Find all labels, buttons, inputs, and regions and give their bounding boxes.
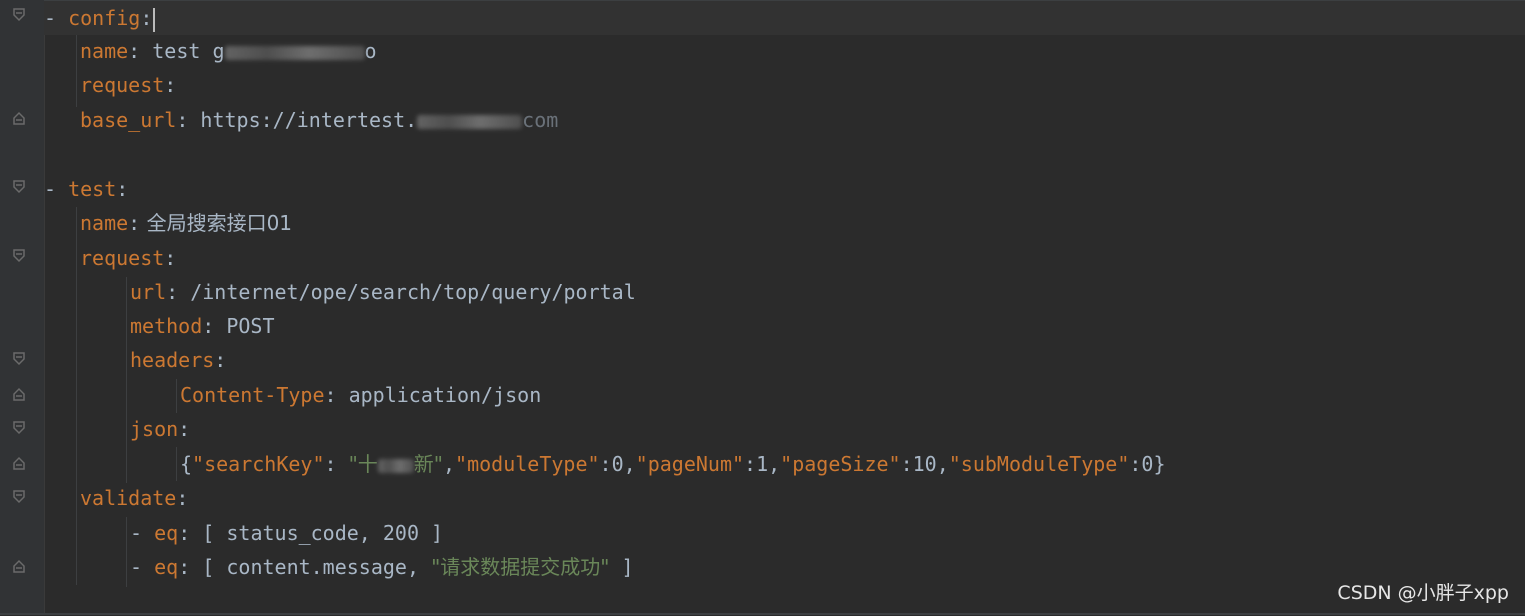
yaml-key: request bbox=[80, 246, 165, 270]
yaml-value: /internet/ope/search/top/query/portal bbox=[178, 280, 636, 304]
code-line[interactable]: headers: bbox=[130, 343, 226, 377]
yaml-colon: : bbox=[324, 383, 337, 407]
yaml-dash: - bbox=[130, 521, 155, 545]
redacted-blur bbox=[417, 114, 523, 129]
code-line[interactable]: Content-Type: application/json bbox=[180, 378, 541, 412]
yaml-colon: : bbox=[140, 6, 153, 30]
json-key: "pageSize" bbox=[780, 452, 901, 476]
watermark: CSDN @小胖子xpp bbox=[1337, 582, 1509, 604]
yaml-value-tail: o bbox=[364, 39, 377, 63]
fold-open-icon[interactable] bbox=[11, 7, 27, 23]
indent-guide bbox=[176, 379, 177, 413]
yaml-colon: : bbox=[116, 177, 129, 201]
yaml-key: name bbox=[80, 211, 129, 235]
json-brace: { bbox=[180, 452, 193, 476]
yaml-key: test bbox=[68, 177, 117, 201]
json-key: "pageNum" bbox=[635, 452, 745, 476]
yaml-colon: : bbox=[214, 348, 227, 372]
code-line[interactable]: request: bbox=[80, 241, 176, 275]
indent-guide bbox=[76, 35, 77, 107]
indent-guide bbox=[176, 447, 177, 481]
yaml-key: eq bbox=[154, 555, 179, 579]
indent-guide bbox=[126, 517, 127, 587]
fold-close-icon[interactable] bbox=[11, 455, 27, 471]
yaml-value: POST bbox=[214, 314, 275, 338]
yaml-colon: : bbox=[128, 211, 141, 235]
code-line[interactable]: name: test g o bbox=[80, 34, 377, 68]
json-comma: , bbox=[443, 452, 456, 476]
yaml-key: url bbox=[130, 280, 167, 304]
json-number: :10, bbox=[900, 452, 949, 476]
code-line[interactable]: - test: bbox=[44, 172, 128, 206]
yaml-key: Content-Type bbox=[180, 383, 325, 407]
json-string-value: 新" bbox=[413, 452, 443, 476]
json-key: "subModuleType" bbox=[948, 452, 1130, 476]
yaml-colon: : bbox=[166, 280, 179, 304]
code-line[interactable]: {"searchKey": "十 新","moduleType":0,"pageN… bbox=[180, 447, 1166, 481]
json-number: :1, bbox=[744, 452, 781, 476]
yaml-dash: - bbox=[44, 6, 69, 30]
yaml-colon: : bbox=[164, 73, 177, 97]
code-line[interactable]: validate: bbox=[80, 481, 188, 515]
yaml-colon: : bbox=[178, 521, 191, 545]
fold-open-icon[interactable] bbox=[11, 489, 27, 505]
code-line[interactable]: json: bbox=[130, 412, 190, 446]
yaml-key: base_url bbox=[80, 108, 177, 132]
code-line[interactable]: name: 全局搜索接口01 bbox=[80, 206, 292, 240]
json-string-value: "十 bbox=[348, 452, 378, 476]
json-number: :0, bbox=[599, 452, 636, 476]
yaml-colon: : bbox=[164, 246, 177, 270]
fold-open-icon[interactable] bbox=[11, 179, 27, 195]
yaml-key: json bbox=[130, 417, 179, 441]
redacted-blur bbox=[377, 458, 414, 473]
yaml-value: test g bbox=[140, 39, 225, 63]
indent-guide bbox=[126, 277, 127, 483]
fold-open-icon[interactable] bbox=[11, 248, 27, 264]
fold-open-icon[interactable] bbox=[11, 351, 27, 367]
yaml-key: validate bbox=[80, 486, 177, 510]
yaml-value: https://intertest. bbox=[188, 108, 418, 132]
code-line[interactable]: - eq: [ status_code, 200 ] bbox=[130, 516, 443, 550]
yaml-key: method bbox=[130, 314, 203, 338]
code-line[interactable]: method: POST bbox=[130, 309, 275, 343]
code-line[interactable]: base_url: https://intertest. com bbox=[80, 103, 558, 137]
yaml-colon: : bbox=[128, 39, 141, 63]
json-key: "searchKey" bbox=[192, 452, 325, 476]
yaml-dash: - bbox=[130, 555, 155, 579]
yaml-key: request bbox=[80, 73, 165, 97]
yaml-colon: : bbox=[202, 314, 215, 338]
yaml-string-value: "请求数据提交成功" bbox=[431, 555, 610, 579]
yaml-value: [ status_code, 200 ] bbox=[190, 521, 444, 545]
json-key: "moduleType" bbox=[455, 452, 600, 476]
yaml-key: eq bbox=[154, 521, 179, 545]
yaml-key: config bbox=[68, 6, 141, 30]
indent-guide bbox=[76, 207, 77, 585]
yaml-value: 全局搜索接口01 bbox=[140, 211, 293, 235]
code-editor[interactable]: - config: name: test g o request: base_ur… bbox=[44, 0, 1525, 616]
yaml-value: [ content.message, bbox=[190, 555, 432, 579]
yaml-key: headers bbox=[130, 348, 215, 372]
editor-gutter bbox=[0, 0, 45, 615]
text-caret bbox=[153, 7, 156, 32]
code-line[interactable]: - config: bbox=[44, 1, 1525, 35]
yaml-dash: - bbox=[44, 177, 69, 201]
yaml-value: application/json bbox=[336, 383, 542, 407]
code-line[interactable]: request: bbox=[80, 68, 176, 102]
redacted-blur bbox=[224, 45, 365, 60]
fold-open-icon[interactable] bbox=[11, 420, 27, 436]
yaml-colon: : bbox=[176, 486, 189, 510]
json-number: :0} bbox=[1129, 452, 1166, 476]
json-colon: : bbox=[324, 452, 349, 476]
code-line[interactable]: - eq: [ content.message, "请求数据提交成功" ] bbox=[130, 550, 634, 584]
yaml-key: name bbox=[80, 39, 129, 63]
fold-close-icon[interactable] bbox=[11, 110, 27, 126]
yaml-value-tail: com bbox=[522, 108, 559, 132]
yaml-colon: : bbox=[176, 108, 189, 132]
yaml-colon: : bbox=[178, 417, 191, 441]
code-line[interactable]: url: /internet/ope/search/top/query/port… bbox=[130, 275, 636, 309]
yaml-value: ] bbox=[609, 555, 634, 579]
fold-close-icon[interactable] bbox=[11, 558, 27, 574]
yaml-colon: : bbox=[178, 555, 191, 579]
fold-close-icon[interactable] bbox=[11, 386, 27, 402]
